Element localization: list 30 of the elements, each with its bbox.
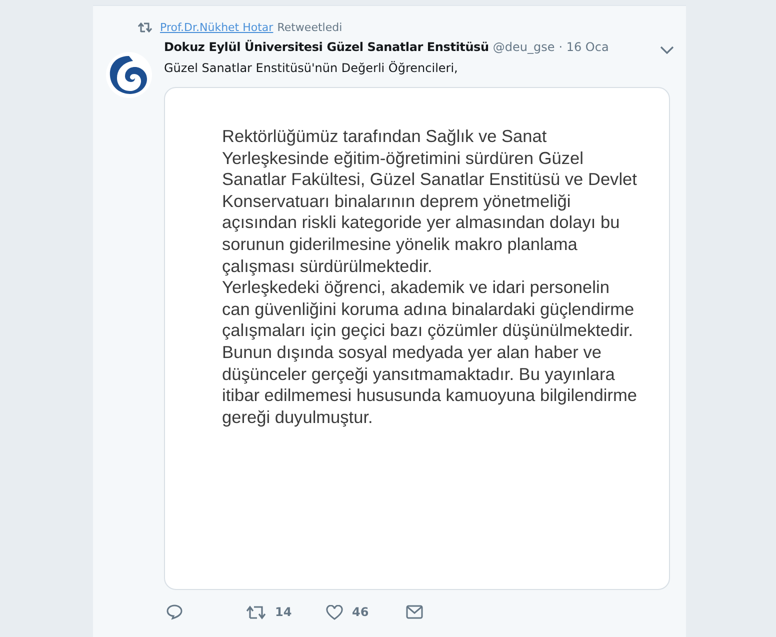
caret-icon[interactable] [660,46,674,54]
account-name[interactable]: Dokuz Eylül Üniversitesi Güzel Sanatlar Enstitüsü [164,40,489,54]
image-text-line: Konservatuarı binalarının deprem yönetmeliği [222,190,572,212]
attached-image[interactable] [164,87,670,590]
reply-icon[interactable] [166,604,183,620]
account-handle: @deu_gse [492,40,555,54]
image-text-line: çalışmaları için geçici bazı çözümler düşünülmektedir. [222,320,634,342]
retweeter-link[interactable]: Prof.Dr.Nükhet Hotar [160,20,274,34]
tweet-text: Güzel Sanatlar Enstitüsü'nün Değerli Öğrencileri, [164,61,459,75]
action-count: 46 [352,605,369,619]
heart-icon[interactable] [326,604,343,620]
retweet-icon [138,22,152,32]
image-text-line: Bunun dışında sosyal medyada yer alan haber ve [222,342,602,364]
image-text-line: Yerleşkedeki öğrenci, akademik ve idari personelin [222,277,610,299]
image-text-line: açısından riskli kategoride yer almasından dolayı bu [222,212,621,234]
retweet-icon[interactable] [246,604,266,620]
image-text-line: düşünceler gerçeği yansıtmamaktadır. Bu yayınlara [222,364,616,386]
image-text-line: can güvenliğini koruma adına binalardaki güçlendirme [222,298,636,320]
image-text-line: gereği duyulmuştur. [222,406,374,428]
image-text-line: çalışması sürdürülmektedir. [222,256,434,278]
tweet-time[interactable]: · 16 Oca [558,40,609,54]
image-text-line: Sanatlar Fakültesi, Güzel Sanatlar Enstitüsü ve Devlet [222,169,638,191]
action-count: 14 [275,605,292,619]
retweet-label: Retweetledi [277,20,342,34]
avatar-logo-icon[interactable] [106,52,152,98]
image-text-line: itibar edilmemesi hususunda kamuoyuna bilgilendirme [222,385,638,407]
envelope-icon[interactable] [406,605,423,619]
image-text-line: sorunun giderilmesine yönelik makro planlama [222,234,578,256]
image-text-line: Yerleşkesinde eğitim-öğretimini sürdüren Güzel [222,148,584,170]
image-text-line: Rektörlüğümüz tarafından Sağlık ve Sanat [222,126,548,148]
